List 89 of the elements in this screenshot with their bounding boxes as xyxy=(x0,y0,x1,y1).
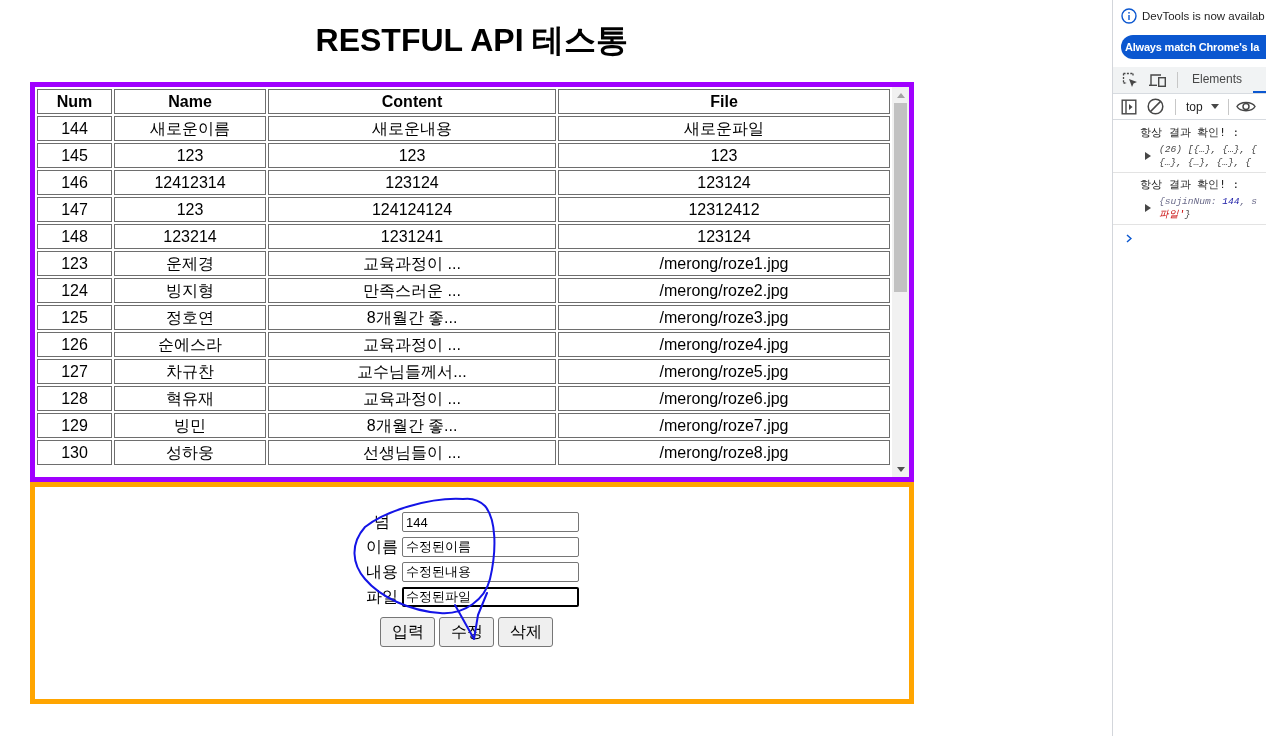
table-cell: 144 xyxy=(37,116,112,141)
table-cell: 129 xyxy=(37,413,112,438)
table-cell: 새로운이름 xyxy=(114,116,266,141)
table-cell: 새로운파일 xyxy=(558,116,890,141)
eye-icon[interactable] xyxy=(1235,100,1256,113)
table-cell: 148 xyxy=(37,224,112,249)
console-preview-line: 파일'} xyxy=(1159,208,1192,221)
table-cell: 123 xyxy=(558,143,890,168)
sidebar-icon[interactable] xyxy=(1121,98,1137,115)
table-cell: 123 xyxy=(37,251,112,276)
table-cell: 교육과정이 ... xyxy=(268,386,556,411)
chevron-icon xyxy=(1126,234,1132,243)
table-cell: /merong/roze7.jpg xyxy=(558,413,890,438)
expand-triangle-icon[interactable] xyxy=(1145,204,1151,212)
table-cell: 128 xyxy=(37,386,112,411)
table-cell: 125 xyxy=(37,305,112,330)
table-cell: 147 xyxy=(37,197,112,222)
table-cell: 124124124 xyxy=(268,197,556,222)
table-cell: 1231241 xyxy=(268,224,556,249)
table-cell: /merong/roze5.jpg xyxy=(558,359,890,384)
table-cell: 순에스라 xyxy=(114,332,266,357)
table-cell: 127 xyxy=(37,359,112,384)
table-cell: 123124 xyxy=(558,224,890,249)
table-cell: /merong/roze8.jpg xyxy=(558,440,890,465)
table-cell: 혁유재 xyxy=(114,386,266,411)
table-cell: 8개월간 좋... xyxy=(268,305,556,330)
table-cell: 만족스러운 ... xyxy=(268,278,556,303)
table-cell: 12312412 xyxy=(558,197,890,222)
triangle-up-icon xyxy=(896,92,905,98)
expand-triangle-icon[interactable] xyxy=(1145,152,1151,160)
console-preview-line: (26) [{…}, {…}, { xyxy=(1159,143,1257,156)
scrollbar[interactable] xyxy=(892,87,909,477)
column-header: Num xyxy=(37,89,112,114)
scrollbar-thumb[interactable] xyxy=(894,103,907,292)
text-input[interactable]: 수정된파일 xyxy=(402,587,579,607)
field-label: 내용 xyxy=(365,562,399,582)
field-label: 이름 xyxy=(365,537,399,557)
inspect-icon[interactable] xyxy=(1122,72,1138,88)
table-cell: 146 xyxy=(37,170,112,195)
table-cell: /merong/roze2.jpg xyxy=(558,278,890,303)
table-cell: 12412314 xyxy=(114,170,266,195)
caret-icon xyxy=(1210,104,1219,109)
table-cell: 123124 xyxy=(558,170,890,195)
table-cell: 126 xyxy=(37,332,112,357)
table-cell: 8개월간 좋... xyxy=(268,413,556,438)
table-cell: /merong/roze6.jpg xyxy=(558,386,890,411)
console-preview-line: {sujinNum: 144, s xyxy=(1159,195,1257,208)
action-button[interactable]: 삭제 xyxy=(498,617,553,647)
column-header: Name xyxy=(114,89,266,114)
table-cell: 차규찬 xyxy=(114,359,266,384)
table-cell: 교수님들께서... xyxy=(268,359,556,384)
notice-button[interactable]: Always match Chrome's la xyxy=(1121,35,1266,59)
table-cell: /merong/roze3.jpg xyxy=(558,305,890,330)
table-cell: 123124 xyxy=(268,170,556,195)
table-cell: 교육과정이 ... xyxy=(268,251,556,276)
table-cell: 정호연 xyxy=(114,305,266,330)
page-title: RESTFUL API 테스통 xyxy=(314,21,630,60)
column-header: File xyxy=(558,89,890,114)
table-cell: 교육과정이 ... xyxy=(268,332,556,357)
table-cell: 123 xyxy=(268,143,556,168)
circle-slash-icon[interactable] xyxy=(1147,98,1164,115)
context-selector[interactable]: top xyxy=(1182,96,1219,117)
info-icon xyxy=(1121,8,1137,24)
triangle-down-icon xyxy=(896,466,905,472)
table-cell: 빙지형 xyxy=(114,278,266,303)
table-cell: 성하웅 xyxy=(114,440,266,465)
table-cell: 123 xyxy=(114,197,266,222)
table-cell: /merong/roze4.jpg xyxy=(558,332,890,357)
text-input[interactable]: 수정된이름 xyxy=(402,537,579,557)
table-cell: 123 xyxy=(114,143,266,168)
text-input[interactable]: 144 xyxy=(402,512,579,532)
table-cell: 130 xyxy=(37,440,112,465)
table-cell: 선생님들이 ... xyxy=(268,440,556,465)
notice-text: DevTools is now availab xyxy=(1142,10,1265,22)
table-cell: /merong/roze1.jpg xyxy=(558,251,890,276)
console-log-text: 항상 결과 확인! : xyxy=(1140,126,1241,140)
table-cell: 빙민 xyxy=(114,413,266,438)
table-cell: 145 xyxy=(37,143,112,168)
column-header: Content xyxy=(268,89,556,114)
action-button[interactable]: 입력 xyxy=(380,617,435,647)
table-cell: 123214 xyxy=(114,224,266,249)
table-cell: 새로운내용 xyxy=(268,116,556,141)
table-cell: 124 xyxy=(37,278,112,303)
table-cell: 운제경 xyxy=(114,251,266,276)
text-input[interactable]: 수정된내용 xyxy=(402,562,579,582)
console-preview-line: {…}, {…}, {…}, { xyxy=(1159,156,1253,169)
console-log-text: 항상 결과 확인! : xyxy=(1140,178,1241,192)
field-label: 넘 xyxy=(373,512,391,532)
devices-icon[interactable] xyxy=(1149,72,1166,88)
